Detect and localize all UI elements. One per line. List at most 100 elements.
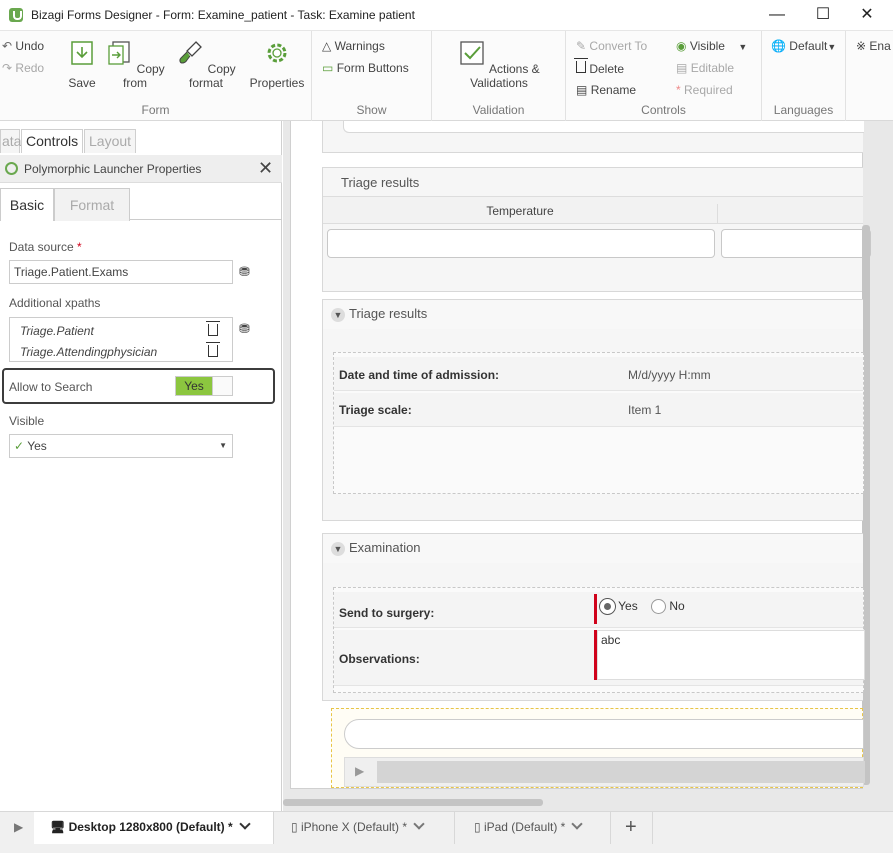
tab-desktop[interactable]: 🖥 Desktop 1280x800 (Default) *: [34, 812, 274, 844]
tab-data[interactable]: ata: [0, 129, 21, 153]
radio-no[interactable]: [651, 599, 667, 615]
tab-basic[interactable]: Basic: [0, 188, 54, 221]
chevron-down-icon: ▼: [331, 308, 345, 322]
required-marker: *: [77, 240, 82, 254]
enable-icon: ※: [856, 39, 867, 53]
copy-from-icon: [108, 41, 130, 65]
field-row-admission[interactable]: Date and time of admission: M/d/yyyy H:m…: [334, 357, 863, 391]
grid-cell-input[interactable]: [721, 229, 871, 258]
trash-icon[interactable]: [206, 321, 220, 339]
device-tab-bar: ▶ 🖥 Desktop 1280x800 (Default) * ▯ iPhon…: [0, 811, 893, 853]
required-indicator: [594, 594, 597, 624]
toggle-knob: [212, 377, 232, 395]
dropdown-caret-icon: ▼: [219, 441, 227, 450]
group-examination: ▼ Examination Send to surgery: Yes No Obs…: [322, 533, 865, 701]
tab-layout[interactable]: Layout: [84, 129, 137, 153]
polymorphic-icon: [5, 162, 18, 175]
group-label-controls: Controls: [641, 103, 686, 117]
group-content: Send to surgery: Yes No Observations: ab…: [333, 587, 865, 693]
ribbon-group-validation: Actions & Validations Validation: [432, 31, 566, 121]
tab-ipad[interactable]: ▯ iPad (Default) *: [458, 812, 611, 844]
redo-button[interactable]: ↷ Redo: [2, 61, 44, 75]
trash-icon[interactable]: [206, 342, 220, 360]
copy-from-button[interactable]: Copy from: [104, 39, 166, 90]
properties-button[interactable]: Properties: [246, 39, 308, 90]
form-buttons-toggle[interactable]: ▭ Form Buttons: [322, 61, 409, 75]
group-header[interactable]: ▼ Examination: [323, 534, 863, 563]
asterisk-icon: *: [676, 83, 681, 97]
group-label-form: Form: [141, 103, 170, 117]
tab-iphone[interactable]: ▯ iPhone X (Default) *: [275, 812, 455, 844]
check-icon: ✓: [14, 439, 25, 453]
chevron-down-icon[interactable]: [239, 818, 251, 830]
language-dropdown[interactable]: 🌐 Default▼: [771, 39, 836, 53]
undo-button[interactable]: ↶ Undo: [2, 39, 44, 53]
data-source-input[interactable]: Triage.Patient.Exams: [9, 260, 233, 284]
paintbrush-icon: [179, 41, 203, 64]
left-panel-tabs: ata Controls Layout: [0, 129, 282, 153]
ribbon-group-form: ↶ Undo ↷ Redo Save Copy from Copy format…: [0, 31, 312, 121]
observations-textarea[interactable]: abc: [597, 630, 865, 680]
close-window-button[interactable]: ✕: [852, 5, 882, 25]
maximize-button[interactable]: ☐: [808, 5, 838, 25]
triage-scale-value: Item 1: [628, 403, 662, 417]
actions-validations-button[interactable]: Actions & Validations: [440, 39, 558, 90]
group-content: Date and time of admission: M/d/yyyy H:m…: [333, 352, 864, 494]
left-panel: [0, 121, 282, 821]
title-bar: Bizagi Forms Designer - Form: Examine_pa…: [0, 0, 893, 31]
allow-search-toggle[interactable]: Yes: [175, 376, 233, 396]
play-icon[interactable]: ▶: [355, 764, 364, 778]
properties-subtabs: Basic Format: [0, 188, 282, 221]
convert-to-button[interactable]: ✎ Convert To: [576, 39, 647, 53]
properties-header: Polymorphic Launcher Properties ✕: [0, 155, 282, 183]
horizontal-scrollbar[interactable]: [283, 799, 543, 806]
tab-format[interactable]: Format: [54, 188, 130, 221]
launcher-bar: [377, 761, 865, 783]
xpath-item: Triage.Attendingphysician: [20, 345, 158, 359]
database-picker-icon[interactable]: ⛃: [239, 264, 250, 280]
group-header[interactable]: ▼ Triage results: [323, 300, 863, 329]
grid-column-temperature: Temperature: [323, 204, 718, 224]
add-xpath-icon[interactable]: ⛃: [239, 321, 250, 337]
temperature-cell-input[interactable]: [327, 229, 715, 258]
chevron-down-icon[interactable]: [413, 818, 425, 830]
field-row-surgery: Send to surgery: Yes No: [334, 592, 863, 628]
monitor-icon: 🖥: [50, 820, 66, 834]
editable-button[interactable]: ▤ Editable: [676, 61, 734, 75]
visible-select[interactable]: ✓ Yes ▼: [9, 434, 233, 458]
warnings-toggle[interactable]: △ Warnings: [322, 39, 385, 53]
close-panel-button[interactable]: ✕: [258, 158, 273, 179]
rename-button[interactable]: ▤ Rename: [576, 83, 636, 97]
play-preview-icon[interactable]: ▶: [14, 820, 23, 834]
xpaths-list: Triage.Patient Triage.Attendingphysician: [9, 317, 233, 362]
save-icon: [71, 41, 93, 65]
polymorphic-launcher-control[interactable]: ▶: [331, 708, 865, 788]
window-title: Bizagi Forms Designer - Form: Examine_pa…: [31, 8, 415, 22]
group-label-validation: Validation: [472, 103, 525, 117]
grid-header: Temperature: [323, 196, 863, 224]
add-device-tab-button[interactable]: +: [613, 812, 653, 844]
previous-section: [322, 121, 864, 153]
chevron-down-icon[interactable]: [571, 818, 584, 830]
surgery-label: Send to surgery:: [339, 606, 435, 620]
previous-section-inner: [343, 121, 864, 133]
launcher-search-input[interactable]: [344, 719, 864, 749]
surgery-radio-group: Yes No: [600, 599, 685, 615]
visible-label: Visible: [9, 414, 45, 428]
field-row-triage-scale[interactable]: Triage scale: Item 1: [334, 393, 863, 427]
delete-button[interactable]: Delete: [574, 58, 624, 76]
save-button[interactable]: Save: [64, 39, 100, 90]
tab-controls[interactable]: Controls: [21, 129, 84, 153]
ribbon-group-show: △ Warnings ▭ Form Buttons Show: [312, 31, 432, 121]
vertical-scrollbar[interactable]: [862, 225, 870, 785]
enable-button[interactable]: ※ Ena: [856, 39, 891, 53]
warning-icon: △: [322, 39, 332, 53]
launcher-list: ▶: [344, 757, 865, 787]
required-button[interactable]: * Required: [676, 83, 733, 97]
radio-yes[interactable]: [600, 599, 615, 615]
minimize-button[interactable]: —: [762, 5, 792, 25]
copy-format-button[interactable]: Copy format: [170, 39, 242, 90]
eye-icon: ◉: [676, 39, 687, 53]
visible-dropdown[interactable]: ◉ Visible ▼: [676, 39, 747, 53]
redo-icon: ↷: [2, 61, 13, 75]
